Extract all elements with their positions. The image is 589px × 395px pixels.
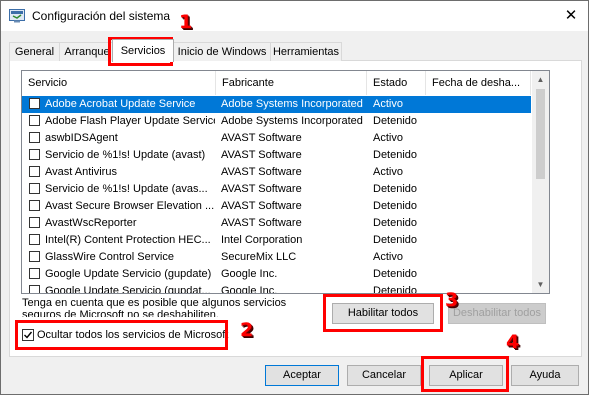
service-checkbox[interactable] bbox=[29, 268, 40, 279]
service-state: Activo bbox=[373, 98, 403, 110]
microsoft-services-note: Tenga en cuenta que es posible que algun… bbox=[22, 297, 287, 317]
service-name: AvastWscReporter bbox=[45, 217, 137, 229]
service-state: Detenido bbox=[373, 268, 418, 280]
service-checkbox[interactable] bbox=[29, 234, 40, 245]
service-row[interactable]: GlassWire Control Service SecureMix LLC Ac… bbox=[22, 249, 531, 266]
service-state: Detenido bbox=[373, 234, 418, 246]
tab-boot[interactable]: Arranque bbox=[59, 42, 115, 61]
service-manufacturer: Google Inc. bbox=[221, 268, 278, 280]
service-state: Activo bbox=[373, 166, 403, 178]
column-header-service[interactable]: Servicio bbox=[22, 71, 216, 95]
scrollbar-thumb[interactable] bbox=[536, 89, 545, 179]
service-manufacturer: AVAST Software bbox=[221, 132, 302, 144]
service-rows: Adobe Acrobat Update Service Adobe System… bbox=[22, 96, 531, 294]
service-name: Google Update Servicio (gupdat... bbox=[45, 285, 211, 294]
msconfig-icon bbox=[9, 9, 25, 23]
help-button[interactable]: Ayuda bbox=[511, 365, 579, 386]
window-title: Configuración del sistema bbox=[32, 9, 171, 23]
service-checkbox[interactable] bbox=[29, 251, 40, 262]
service-manufacturer: Adobe Systems Incorporated bbox=[221, 115, 363, 127]
annotation-box-apply bbox=[421, 356, 509, 392]
annotation-marker-3: 3 bbox=[445, 289, 459, 311]
service-name: Adobe Flash Player Update Service bbox=[45, 115, 215, 127]
service-row[interactable]: Servicio de %1!s! Update (avas... AVAST S… bbox=[22, 181, 531, 198]
service-row[interactable]: Google Update Servicio (gupdate) Google I… bbox=[22, 266, 531, 283]
service-checkbox[interactable] bbox=[29, 98, 40, 109]
tab-general[interactable]: General bbox=[9, 42, 60, 61]
close-icon: ✕ bbox=[564, 7, 578, 24]
service-manufacturer: Google Inc. bbox=[221, 285, 278, 294]
service-name: Intel(R) Content Protection HEC... bbox=[45, 234, 211, 246]
service-checkbox[interactable] bbox=[29, 217, 40, 228]
service-name: Servicio de %1!s! Update (avast) bbox=[45, 149, 206, 161]
column-header-state[interactable]: Estado bbox=[367, 71, 426, 95]
disable-all-button[interactable]: Deshabilitar todos bbox=[448, 303, 546, 324]
annotation-marker-2: 2 bbox=[240, 319, 254, 341]
tab-startup[interactable]: Inicio de Windows bbox=[173, 42, 271, 61]
service-checkbox[interactable] bbox=[29, 183, 40, 194]
annotation-box-hide-ms bbox=[15, 320, 228, 350]
tab-services[interactable]: Servicios bbox=[112, 39, 174, 62]
service-name: Avast Secure Browser Elevation ... bbox=[45, 200, 215, 212]
service-checkbox[interactable] bbox=[29, 166, 40, 177]
service-manufacturer: AVAST Software bbox=[221, 217, 302, 229]
tab-tools[interactable]: Herramientas bbox=[270, 42, 342, 61]
column-header-manufacturer[interactable]: Fabricante bbox=[216, 71, 367, 95]
service-manufacturer: AVAST Software bbox=[221, 166, 302, 178]
annotation-marker-4: 4 bbox=[506, 331, 520, 353]
service-state: Detenido bbox=[373, 285, 418, 294]
annotation-marker-1: 1 bbox=[179, 11, 193, 33]
service-state: Detenido bbox=[373, 200, 418, 212]
service-row[interactable]: Intel(R) Content Protection HEC... Intel … bbox=[22, 232, 531, 249]
scroll-up-icon[interactable]: ▲ bbox=[532, 71, 549, 88]
service-row[interactable]: Servicio de %1!s! Update (avast) AVAST So… bbox=[22, 147, 531, 164]
service-manufacturer: AVAST Software bbox=[221, 183, 302, 195]
title-bar[interactable]: Configuración del sistema ✕ bbox=[1, 1, 588, 31]
service-name: Adobe Acrobat Update Service bbox=[45, 98, 196, 110]
service-name: Google Update Servicio (gupdate) bbox=[45, 268, 212, 280]
service-state: Activo bbox=[373, 132, 403, 144]
annotation-box-enable-all bbox=[323, 294, 443, 332]
service-state: Activo bbox=[373, 251, 403, 263]
service-manufacturer: AVAST Software bbox=[221, 149, 302, 161]
service-row[interactable]: AvastWscReporter AVAST Software Detenido bbox=[22, 215, 531, 232]
service-row[interactable]: aswbIDSAgent AVAST Software Activo bbox=[22, 130, 531, 147]
service-checkbox[interactable] bbox=[29, 200, 40, 211]
services-list[interactable]: Servicio Fabricante Estado Fecha de desh… bbox=[21, 70, 550, 294]
service-manufacturer: AVAST Software bbox=[221, 200, 302, 212]
scroll-down-icon[interactable]: ▼ bbox=[532, 276, 549, 293]
close-button[interactable]: ✕ bbox=[560, 5, 582, 27]
vertical-scrollbar[interactable]: ▲ ▼ bbox=[532, 71, 549, 293]
accept-button[interactable]: Aceptar bbox=[265, 365, 339, 386]
service-state: Detenido bbox=[373, 115, 418, 127]
service-state: Detenido bbox=[373, 149, 418, 161]
system-configuration-window: Configuración del sistema ✕ General Arra… bbox=[0, 0, 589, 395]
service-name: Servicio de %1!s! Update (avas... bbox=[45, 183, 208, 195]
service-manufacturer: SecureMix LLC bbox=[221, 251, 297, 263]
service-checkbox[interactable] bbox=[29, 149, 40, 160]
service-checkbox[interactable] bbox=[29, 285, 40, 293]
service-name: aswbIDSAgent bbox=[45, 132, 118, 144]
service-row[interactable]: Adobe Flash Player Update Service Adobe S… bbox=[22, 113, 531, 130]
service-checkbox[interactable] bbox=[29, 132, 40, 143]
service-manufacturer: Adobe Systems Incorporated bbox=[221, 98, 363, 110]
service-manufacturer: Intel Corporation bbox=[221, 234, 303, 246]
service-state: Detenido bbox=[373, 183, 418, 195]
service-row[interactable]: Avast Secure Browser Elevation ... AVAST … bbox=[22, 198, 531, 215]
service-name: GlassWire Control Service bbox=[45, 251, 174, 263]
service-checkbox[interactable] bbox=[29, 115, 40, 126]
service-name: Avast Antivirus bbox=[45, 166, 117, 178]
cancel-button[interactable]: Cancelar bbox=[347, 365, 421, 386]
service-state: Detenido bbox=[373, 217, 418, 229]
service-row[interactable]: Avast Antivirus AVAST Software Activo bbox=[22, 164, 531, 181]
list-header: Servicio Fabricante Estado Fecha de desh… bbox=[22, 71, 531, 95]
service-row[interactable]: Adobe Acrobat Update Service Adobe System… bbox=[22, 96, 531, 113]
column-header-disable-date[interactable]: Fecha de desha... bbox=[426, 71, 531, 95]
